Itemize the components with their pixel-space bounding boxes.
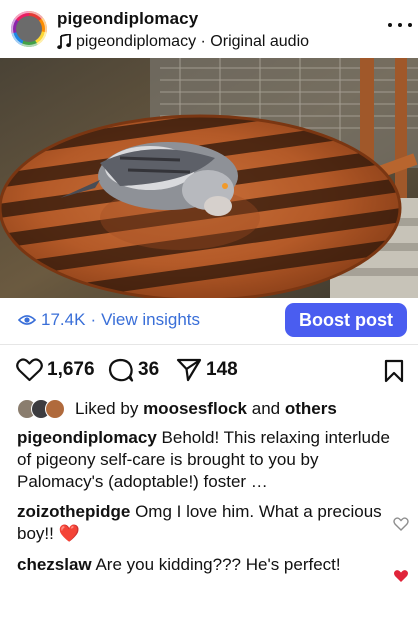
- share-count: 148: [206, 359, 238, 380]
- post-caption[interactable]: pigeondiplomacy Behold! This relaxing in…: [17, 427, 399, 493]
- comment-liked-heart-icon[interactable]: [393, 568, 409, 584]
- more-horizontal-icon[interactable]: [388, 18, 412, 32]
- views-count: 17.4K: [41, 310, 86, 329]
- view-insights-link[interactable]: 17.4K · View insights: [18, 310, 200, 330]
- boost-post-button[interactable]: Boost post: [285, 303, 407, 337]
- like-count: 1,676: [47, 359, 95, 380]
- liked-by-and: and: [251, 399, 281, 418]
- comment-item: zoizothepidge Omg I love him. What a pre…: [17, 501, 387, 545]
- liked-by-user[interactable]: moosesflock: [143, 399, 247, 419]
- comment-count: 36: [138, 359, 160, 380]
- eye-icon: [18, 315, 36, 325]
- comment-username[interactable]: chezslaw: [17, 555, 92, 574]
- separator: ·: [90, 310, 97, 329]
- view-insights-label: View insights: [101, 310, 201, 329]
- post-media[interactable]: [0, 58, 418, 298]
- comment-bubble-icon: [108, 358, 134, 382]
- insights-bar: 17.4K · View insights Boost post: [0, 298, 418, 345]
- action-bar: 1,676 36 148: [0, 355, 418, 385]
- bookmark-icon[interactable]: [384, 359, 404, 383]
- music-note-icon: [57, 34, 71, 50]
- comment-like-heart-icon[interactable]: [393, 516, 409, 532]
- profile-avatar[interactable]: [11, 11, 47, 47]
- post-header: pigeondiplomacy pigeondiplomacy · Origin…: [0, 0, 418, 58]
- liker-avatars: [17, 399, 67, 419]
- pigeon-photo: [0, 58, 418, 298]
- paper-plane-icon: [176, 358, 202, 382]
- comment-item: chezslaw Are you kidding??? He's perfect…: [17, 554, 387, 576]
- caption-username[interactable]: pigeondiplomacy: [17, 428, 157, 447]
- comment-text: Are you kidding??? He's perfect!: [95, 555, 341, 574]
- red-heart-emoji: ❤️: [58, 524, 80, 543]
- comment-button[interactable]: 36: [108, 355, 159, 385]
- heart-outline-icon: [16, 358, 43, 382]
- liked-by-row[interactable]: Liked by moosesflock and others: [17, 399, 337, 419]
- liked-by-prefix: Liked by: [75, 399, 139, 418]
- original-audio-link[interactable]: pigeondiplomacy · Original audio: [57, 33, 309, 51]
- comment-username[interactable]: zoizothepidge: [17, 502, 130, 521]
- liked-by-others[interactable]: others: [285, 399, 337, 419]
- post-username[interactable]: pigeondiplomacy: [57, 9, 198, 29]
- share-button[interactable]: 148: [176, 355, 238, 385]
- audio-label: pigeondiplomacy · Original audio: [76, 33, 310, 50]
- like-button[interactable]: 1,676: [16, 355, 95, 385]
